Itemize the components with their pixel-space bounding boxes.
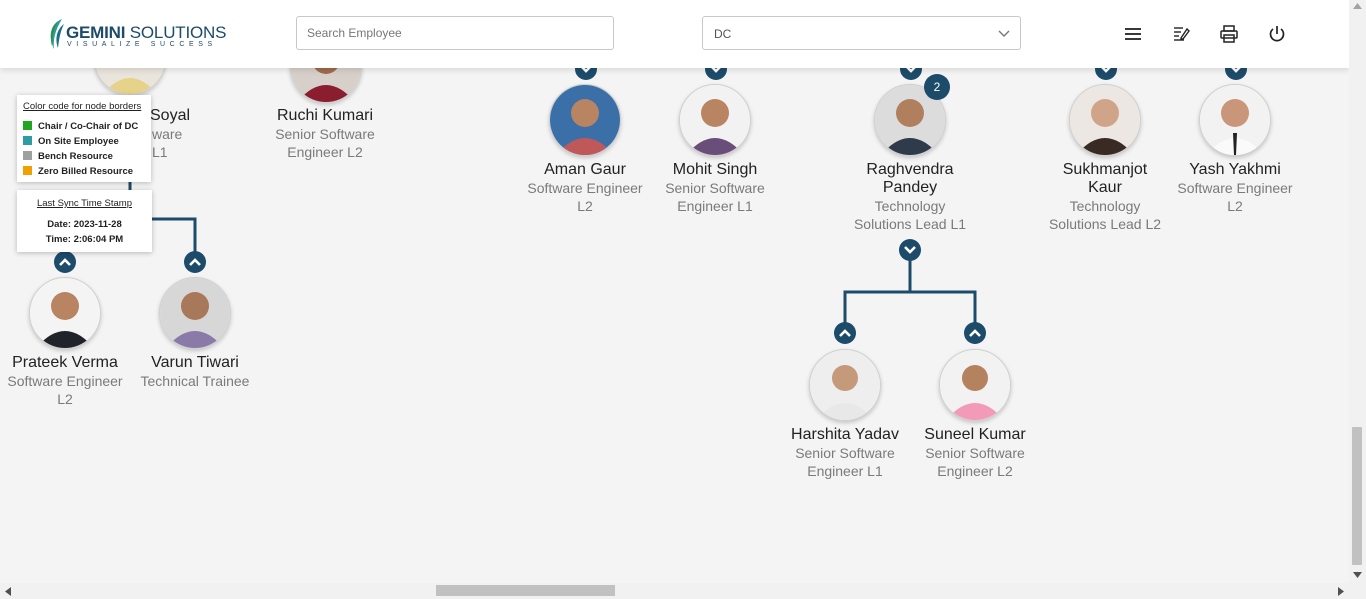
legend-item: On Site Employee	[23, 136, 119, 147]
employee-role: L2	[57, 391, 73, 407]
legend-title: Color code for node borders	[23, 101, 142, 112]
employee-role: Senior Software	[665, 180, 765, 196]
employee-role: Engineer L1	[677, 198, 753, 214]
employee-search-input[interactable]	[296, 16, 614, 50]
edit-note-icon[interactable]	[1172, 25, 1190, 43]
employee-role: L2	[577, 198, 593, 214]
scroll-up-arrow-icon[interactable]	[1353, 3, 1362, 9]
employee-name: Raghvendra	[866, 161, 954, 178]
top-header: GEMINI SOLUTIONS VISUALIZE SUCCESS DC	[0, 0, 1349, 68]
horizontal-scrollbar[interactable]	[0, 583, 1366, 599]
menu-icon[interactable]	[1124, 25, 1142, 43]
employee-name: Yash Yakhmi	[1189, 161, 1281, 178]
employee-role: Solutions Lead L2	[1048, 216, 1162, 232]
employee-name: Harshita Yadav	[791, 426, 899, 443]
partial-node-name: Soyal	[150, 107, 191, 124]
legend-item: Zero Billed Resource	[23, 166, 133, 177]
expand-toggle-button[interactable]	[964, 322, 986, 344]
org-node[interactable]: Sukhmanjot Kaur Technology Solutions Lea…	[1040, 84, 1170, 233]
avatar	[809, 349, 881, 421]
employee-name: Pandey	[882, 179, 938, 196]
avatar	[29, 277, 101, 349]
company-logo[interactable]: GEMINI SOLUTIONS VISUALIZE SUCCESS	[46, 16, 226, 52]
org-chart-canvas[interactable]: Soyal ware L1 Ruchi Kumari Senior Softwa…	[0, 0, 1349, 583]
vertical-scrollbar-thumb[interactable]	[1352, 427, 1362, 565]
color-swatch	[23, 151, 32, 160]
expand-toggle-button[interactable]	[54, 251, 76, 273]
org-node[interactable]: Mohit Singh Senior Software Engineer L1	[650, 84, 780, 215]
avatar	[549, 84, 621, 156]
color-swatch	[23, 121, 32, 130]
employee-role: Engineer L1	[807, 463, 883, 479]
color-swatch	[23, 166, 32, 175]
employee-role: Technology	[1069, 198, 1141, 214]
scroll-left-arrow-icon[interactable]	[5, 587, 11, 596]
org-node[interactable]: Varun Tiwari Technical Trainee	[130, 277, 260, 390]
employee-role: Software Engineer	[1177, 180, 1293, 196]
logo-text: GEMINI SOLUTIONS	[66, 23, 227, 42]
employee-role: Engineer L2	[937, 463, 1013, 479]
employee-name: Suneel Kumar	[924, 426, 1026, 443]
employee-role: Technical Trainee	[140, 373, 250, 389]
scroll-down-arrow-icon[interactable]	[1353, 572, 1362, 578]
department-select[interactable]: DC	[702, 16, 1021, 50]
org-node[interactable]: Suneel Kumar Senior Software Engineer L2	[910, 349, 1040, 480]
power-icon[interactable]	[1268, 25, 1286, 43]
employee-name: Sukhmanjot	[1062, 161, 1148, 178]
org-node[interactable]: Prateek Verma Software Engineer L2	[0, 277, 130, 408]
employee-role: Technology	[874, 198, 946, 214]
direct-reports-count-badge[interactable]: 2	[924, 74, 950, 100]
partial-node-role: ware	[152, 126, 183, 142]
employee-role: Senior Software	[925, 445, 1025, 461]
avatar	[679, 84, 751, 156]
logo-tagline: VISUALIZE SUCCESS	[67, 41, 217, 48]
employee-role: Engineer L2	[287, 144, 363, 160]
horizontal-scrollbar-thumb[interactable]	[436, 585, 615, 596]
employee-name: Prateek Verma	[12, 354, 118, 371]
collapse-toggle-button[interactable]	[899, 239, 921, 261]
legend-item: Bench Resource	[23, 151, 113, 162]
scroll-right-arrow-icon[interactable]	[1338, 587, 1344, 596]
sync-time: Time: 2:06:04 PM	[45, 234, 124, 245]
employee-name: Varun Tiwari	[151, 354, 239, 371]
sync-date: Date: 2023-11-28	[47, 219, 122, 230]
sync-title: Last Sync Time Stamp	[36, 198, 133, 209]
print-icon[interactable]	[1220, 25, 1238, 43]
avatar	[1199, 84, 1271, 156]
employee-role: Solutions Lead L1	[853, 216, 967, 232]
legend-item: Chair / Co-Chair of DC	[23, 121, 138, 132]
border-color-legend: Color code for node borders Chair / Co-C…	[17, 95, 151, 182]
employee-role: L2	[1227, 198, 1243, 214]
avatar	[159, 277, 231, 349]
org-node[interactable]: Aman Gaur Software Engineer L2	[520, 84, 650, 215]
employee-role: Software Engineer	[7, 373, 123, 389]
last-sync-panel: Last Sync Time Stamp Date: 2023-11-28 Ti…	[17, 190, 152, 252]
chevron-down-icon	[998, 30, 1010, 37]
org-node[interactable]: Raghvendra Pandey Technology Solutions L…	[845, 84, 975, 233]
employee-name: Mohit Singh	[672, 161, 758, 178]
employee-role: Senior Software	[795, 445, 895, 461]
expand-toggle-button[interactable]	[184, 251, 206, 273]
department-select-value: DC	[714, 27, 732, 41]
employee-role: Senior Software	[275, 126, 375, 142]
avatar	[1069, 84, 1141, 156]
employee-role: Software Engineer	[527, 180, 643, 196]
color-swatch	[23, 136, 32, 145]
partial-node-role: L1	[152, 144, 168, 160]
org-node[interactable]: Yash Yakhmi Software Engineer L2	[1170, 84, 1300, 215]
avatar	[939, 349, 1011, 421]
org-node[interactable]: Ruchi Kumari Senior Software Engineer L2	[260, 102, 390, 161]
logo-leaf-icon	[50, 19, 64, 49]
employee-name: Kaur	[1088, 179, 1122, 196]
expand-toggle-button[interactable]	[834, 322, 856, 344]
employee-name: Ruchi Kumari	[276, 107, 374, 124]
employee-name: Aman Gaur	[544, 161, 626, 178]
org-node[interactable]: Harshita Yadav Senior Software Engineer …	[780, 349, 910, 480]
